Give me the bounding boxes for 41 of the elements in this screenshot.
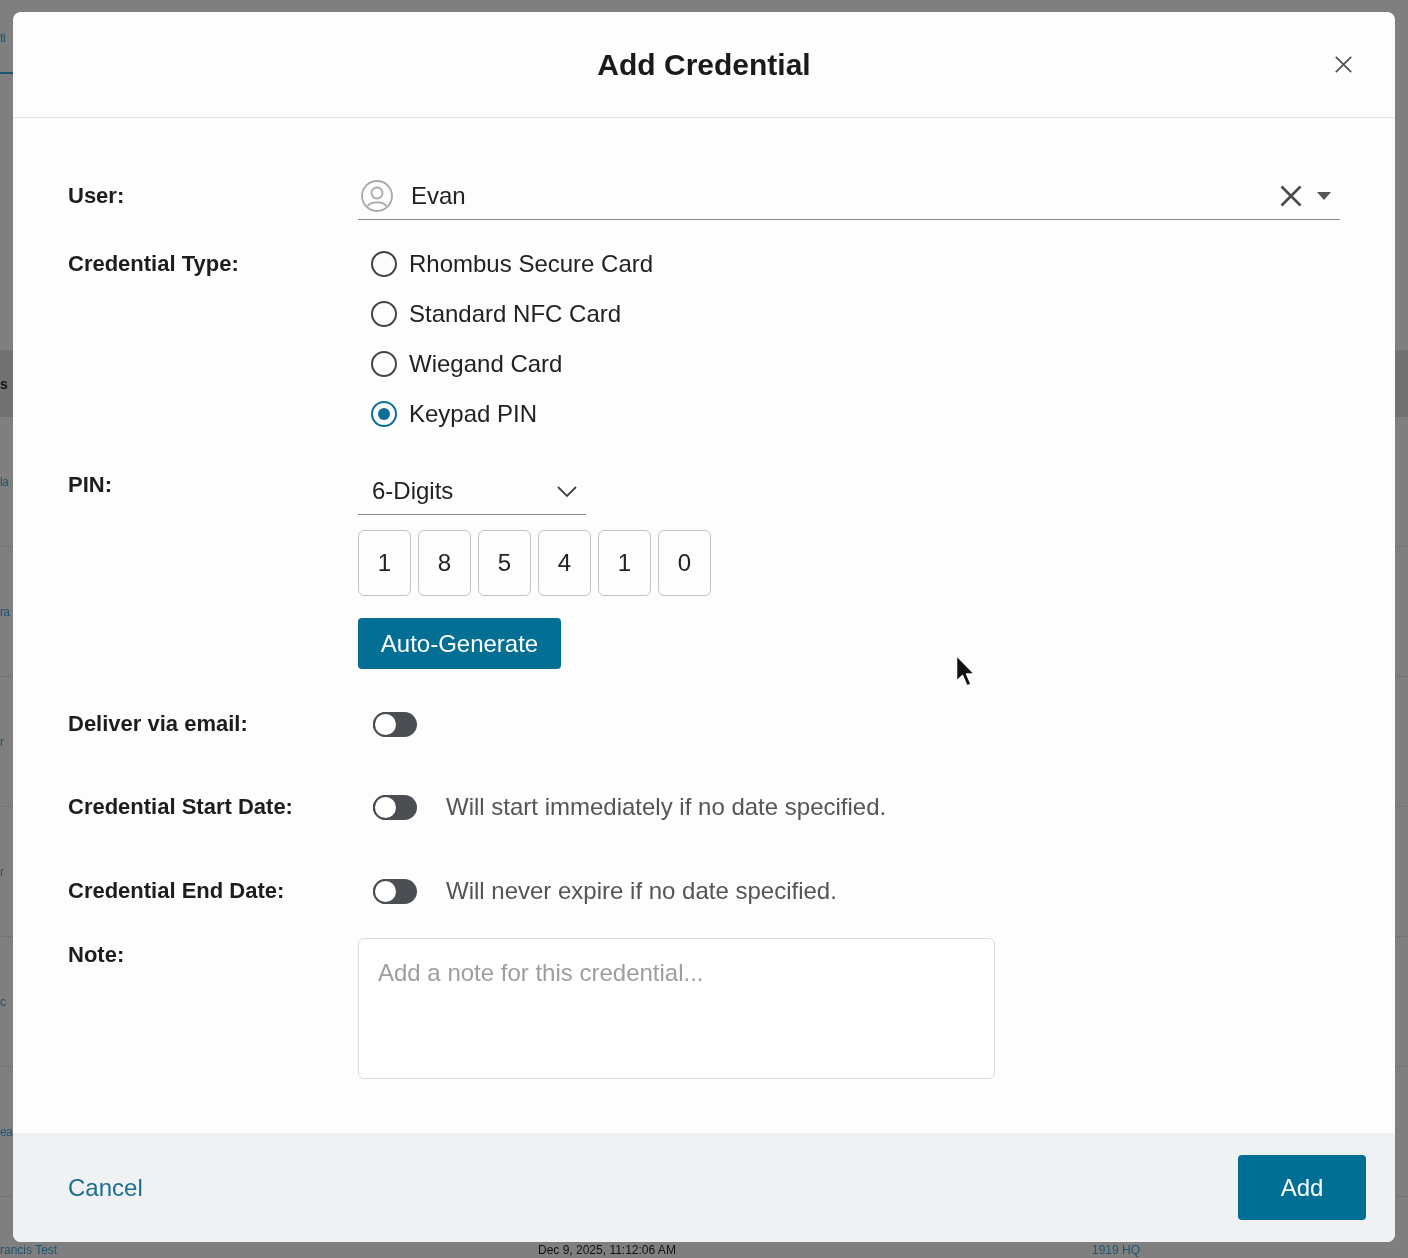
toggle-switch[interactable] [373,711,417,737]
field-label: Credential End Date: [68,878,285,903]
user-avatar-icon [361,179,393,212]
radio-button[interactable] [371,351,397,377]
toggle-switch[interactable] [373,794,417,820]
note-field[interactable]: Add a note for this credential... [358,938,995,1079]
radio-button[interactable] [371,301,397,327]
timestamp-text: Dec 9, 2025, 11:12:06 AM [538,1244,677,1257]
auto-generate-button[interactable]: Auto-Generate [358,618,561,669]
pin-digit-field[interactable]: 5 [478,530,531,596]
user-select-field[interactable]: Evan [358,172,1340,220]
hint-text: Will never expire if no date specified. [446,876,837,906]
pin-digit-field[interactable]: 8 [418,530,471,596]
toggle-switch[interactable] [373,878,417,904]
radio-label[interactable]: Wiegand Card [409,346,563,382]
close-icon [1335,56,1352,73]
radio-label[interactable]: Keypad PIN [409,396,538,432]
pin-digit-field[interactable]: 4 [538,530,591,596]
field-label: PIN: [68,472,112,497]
radio-button[interactable] [371,401,397,427]
pin-digit-field[interactable]: 1 [358,530,411,596]
caret-down-icon[interactable] [1317,191,1331,200]
add-button[interactable]: Add [1238,1155,1366,1220]
hint-text: Will start immediately if no date specified. [446,792,887,822]
pin-digit-field[interactable]: 0 [658,530,711,596]
chevron-down-icon [557,485,577,497]
clear-icon[interactable] [1280,184,1302,207]
pin-digit-field[interactable]: 1 [598,530,651,596]
column-heading: s [0,376,8,391]
close-button[interactable] [1335,56,1352,73]
dialog-title: Add Credential [597,47,811,83]
cancel-button[interactable]: Cancel [68,1169,143,1206]
field-label: Deliver via email: [68,711,248,736]
radio-button[interactable] [371,251,397,277]
field-label: Credential Start Date: [68,794,293,819]
radio-label[interactable]: Standard NFC Card [409,296,622,332]
field-label: Note: [68,942,125,967]
field-label: User: [68,183,125,208]
pin-length-select[interactable]: 6-Digits [358,468,586,515]
radio-label[interactable]: Rhombus Secure Card [409,246,654,282]
field-label: Credential Type: [68,250,239,278]
